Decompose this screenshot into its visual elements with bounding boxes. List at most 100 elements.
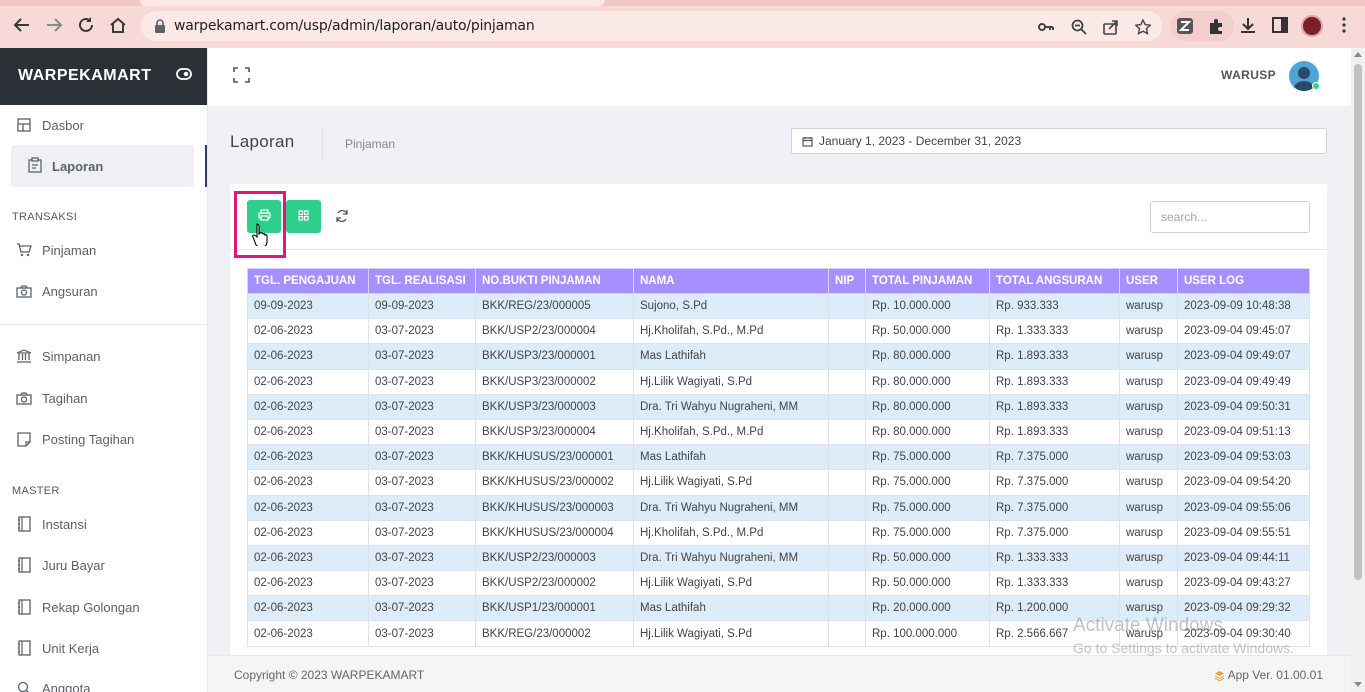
search-input[interactable]: search... xyxy=(1150,201,1310,233)
search-placeholder: search... xyxy=(1161,210,1208,224)
table-cell xyxy=(828,494,866,521)
table-cell: Rp. 75.000.000 xyxy=(865,469,990,496)
grid-view-button[interactable] xyxy=(286,200,321,233)
home-icon[interactable] xyxy=(107,14,129,36)
table-row[interactable]: 02-06-2023 03-07-2023 BKK/USP3/23/000001 Ma… xyxy=(247,343,1310,370)
sidebar-item-label: Dasbor xyxy=(42,117,84,133)
column-header[interactable]: USER xyxy=(1119,268,1178,294)
bookmark-star-icon[interactable] xyxy=(1134,18,1152,36)
sidebar-item-rekap-golongan[interactable]: Rekap Golongan xyxy=(0,587,207,627)
column-header[interactable]: USER LOG xyxy=(1177,268,1310,294)
table-cell xyxy=(828,418,866,446)
forward-icon[interactable] xyxy=(43,14,65,36)
sidepanel-icon[interactable] xyxy=(1269,14,1291,36)
table-cell: warusp xyxy=(1119,519,1178,546)
table-row[interactable]: 02-06-2023 03-07-2023 BKK/USP3/23/000003 Dr… xyxy=(247,393,1310,420)
table-cell xyxy=(828,544,866,572)
table-row[interactable]: 02-06-2023 03-07-2023 BKK/USP2/23/000004 Hj… xyxy=(247,318,1310,345)
share-icon[interactable] xyxy=(1102,18,1120,36)
sidebar-item-anggota[interactable]: Anggota xyxy=(0,668,207,692)
z-extension-icon[interactable] xyxy=(1176,17,1194,35)
table-row[interactable]: 02-06-2023 03-07-2023 BKK/USP3/23/000002 Hj… xyxy=(247,368,1310,395)
column-header[interactable]: NO.BUKTI PINJAMAN xyxy=(475,268,634,294)
sidebar-item-simpanan[interactable]: Simpanan xyxy=(0,336,207,376)
brand-name[interactable]: WARPEKAMART xyxy=(18,67,152,85)
table-cell: Rp. 50.000.000 xyxy=(865,570,990,597)
zoom-icon[interactable] xyxy=(1070,18,1088,36)
sidebar-item-unit-kerja[interactable]: Unit Kerja xyxy=(0,628,207,668)
fullscreen-icon[interactable] xyxy=(233,67,250,88)
table-row[interactable]: 02-06-2023 03-07-2023 BKK/KHUSUS/23/000003… xyxy=(247,494,1310,521)
scroll-down-arrow[interactable] xyxy=(1354,682,1362,687)
table-cell: 03-07-2023 xyxy=(368,393,476,420)
sidebar-item-posting-tagihan[interactable]: Posting Tagihan xyxy=(0,419,207,459)
page-scrollbar[interactable] xyxy=(1351,48,1365,692)
table-row[interactable]: 02-06-2023 03-07-2023 BKK/USP2/23/000002 Hj… xyxy=(247,570,1310,597)
table-cell: 02-06-2023 xyxy=(247,595,369,622)
sidebar-item-dasbor[interactable]: Dasbor xyxy=(0,105,207,145)
book-icon xyxy=(16,640,32,656)
table-cell xyxy=(828,292,866,320)
download-icon[interactable] xyxy=(1237,14,1259,36)
kebab-menu-icon[interactable] xyxy=(1333,14,1355,36)
table-body: 09-09-2023 09-09-2023 BKK/REG/23/000005 Suj… xyxy=(247,292,1310,647)
reload-icon[interactable] xyxy=(75,14,97,36)
title-separator xyxy=(322,128,323,158)
column-header[interactable]: TOTAL PINJAMAN xyxy=(865,268,990,294)
key-icon[interactable] xyxy=(1037,18,1055,36)
table-cell: 02-06-2023 xyxy=(247,368,369,395)
sidebar-item-tagihan[interactable]: Tagihan xyxy=(0,378,207,418)
table-row[interactable]: 02-06-2023 03-07-2023 BKK/KHUSUS/23/000004… xyxy=(247,519,1310,546)
sidebar-item-instansi[interactable]: Instansi xyxy=(0,504,207,544)
table-cell: BKK/USP3/23/000002 xyxy=(475,368,634,395)
tab-strip xyxy=(0,0,1365,6)
table-cell: 09-09-2023 xyxy=(368,292,476,320)
active-indicator xyxy=(205,145,207,187)
profile-avatar[interactable] xyxy=(1301,15,1323,37)
sidebar-item-pinjaman[interactable]: Pinjaman xyxy=(0,230,207,270)
lock-icon[interactable] xyxy=(154,19,166,38)
table-cell: 2023-09-04 09:55:51 xyxy=(1177,519,1310,546)
table-cell: BKK/USP2/23/000004 xyxy=(475,318,634,345)
column-header[interactable]: TGL. REALISASI xyxy=(368,268,476,294)
table-cell: BKK/USP1/23/000001 xyxy=(475,595,634,622)
column-header[interactable]: NIP xyxy=(828,268,866,294)
scroll-up-arrow[interactable] xyxy=(1354,52,1362,57)
sidebar-item-label: Simpanan xyxy=(42,348,101,364)
table-cell: 03-07-2023 xyxy=(368,620,476,647)
table-cell: warusp xyxy=(1119,494,1178,521)
sidebar-item-juru-bayar[interactable]: Juru Bayar xyxy=(0,545,207,585)
bank-icon xyxy=(16,348,32,364)
table-row[interactable]: 09-09-2023 09-09-2023 BKK/REG/23/000005 Suj… xyxy=(247,292,1310,320)
column-header[interactable]: TOTAL ANGSURAN xyxy=(989,268,1120,294)
table-cell: Rp. 50.000.000 xyxy=(865,544,990,572)
table-cell xyxy=(828,318,866,345)
active-tab[interactable] xyxy=(140,0,605,6)
address-bar[interactable]: warpekamart.com/usp/admin/laporan/auto/p… xyxy=(141,11,1162,41)
table-cell: BKK/REG/23/000002 xyxy=(475,620,634,647)
url-text[interactable]: warpekamart.com/usp/admin/laporan/auto/p… xyxy=(174,18,535,34)
sidebar: WARPEKAMART Dasbor Laporan TRANSAKSI Pin… xyxy=(0,48,208,692)
loan-report-table: TGL. PENGAJUAN TGL. REALISASI NO.BUKTI P… xyxy=(247,268,1310,647)
book-icon xyxy=(16,516,32,532)
user-name[interactable]: WARUSP xyxy=(1221,68,1276,82)
refresh-icon[interactable] xyxy=(335,209,349,228)
sidebar-toggle-icon[interactable] xyxy=(176,67,192,85)
column-header[interactable]: NAMA xyxy=(633,268,829,294)
table-cell: Hj.Lilik Wagiyati, S.Pd xyxy=(633,620,829,647)
extensions-puzzle-icon[interactable] xyxy=(1207,17,1225,35)
back-icon[interactable] xyxy=(11,14,33,36)
table-row[interactable]: 02-06-2023 03-07-2023 BKK/USP2/23/000003 Dr… xyxy=(247,544,1310,572)
sidebar-item-label: Rekap Golongan xyxy=(42,599,140,615)
table-cell: Rp. 75.000.000 xyxy=(865,494,990,521)
table-cell: 2023-09-04 09:55:06 xyxy=(1177,494,1310,521)
sidebar-item-laporan[interactable]: Laporan xyxy=(11,145,194,187)
cart-icon xyxy=(16,242,32,258)
table-row[interactable]: 02-06-2023 03-07-2023 BKK/USP3/23/000004 Hj… xyxy=(247,418,1310,446)
table-row[interactable]: 02-06-2023 03-07-2023 BKK/KHUSUS/23/000001… xyxy=(247,444,1310,471)
date-range-picker[interactable]: January 1, 2023 - December 31, 2023 xyxy=(791,128,1327,154)
table-row[interactable]: 02-06-2023 03-07-2023 BKK/KHUSUS/23/000002… xyxy=(247,469,1310,496)
scrollbar-thumb[interactable] xyxy=(1354,64,1362,580)
sidebar-item-angsuran[interactable]: Angsuran xyxy=(0,271,207,311)
column-header[interactable]: TGL. PENGAJUAN xyxy=(247,268,369,294)
